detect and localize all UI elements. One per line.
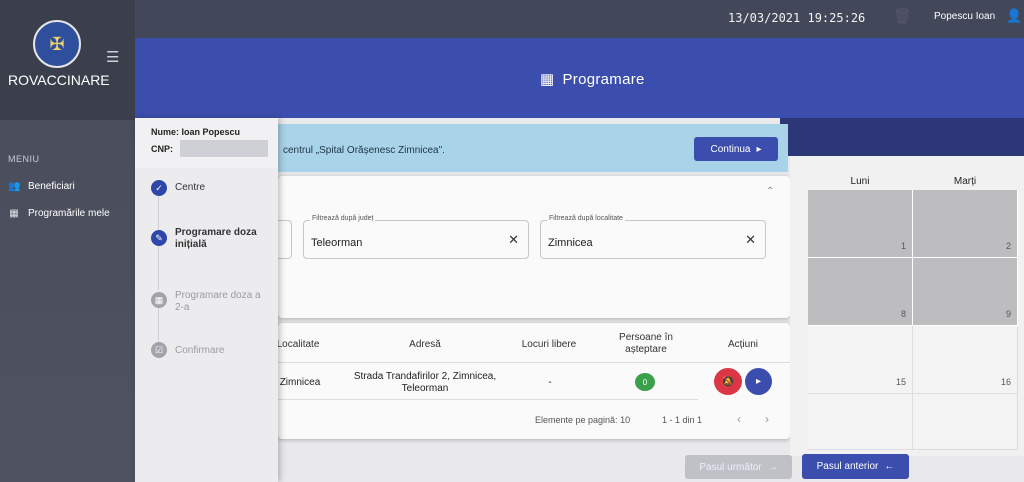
chevron-right-icon: ▸ xyxy=(756,143,762,155)
sidebar-item-programari[interactable]: ▦ Programările mele xyxy=(8,208,110,219)
calendar-icon: ▦ xyxy=(151,292,167,308)
county-filter-value: Teleorman xyxy=(311,237,363,249)
waiting-count-badge: 0 xyxy=(635,373,655,391)
edit-icon: ✎ xyxy=(151,230,167,246)
bell-off-icon: 🔕 xyxy=(721,376,735,388)
column-header-actiuni: Acțiuni xyxy=(727,339,758,350)
column-header-locuri[interactable]: Locuri libere xyxy=(512,339,586,350)
calendar-day-monday: Luni xyxy=(850,176,870,187)
continue-label: Continua xyxy=(710,143,751,155)
collapse-chevron-icon[interactable]: ⌃ xyxy=(766,186,774,197)
banner-text: centrul „Spital Orășenesc Zimnicea". xyxy=(283,145,445,156)
user-icon[interactable]: 👤 xyxy=(1006,8,1022,24)
locality-filter-field[interactable]: Filtrează după localitate Zimnicea ✕ xyxy=(540,215,766,259)
column-header-asteptare[interactable]: Persoane în așteptare xyxy=(612,332,680,356)
people-icon: 👥 xyxy=(8,181,21,192)
sidebar-item-label: Programările mele xyxy=(28,208,110,219)
select-center-button[interactable]: ▸ xyxy=(745,368,772,395)
calendar-cell[interactable]: 15 xyxy=(808,326,913,394)
sidebar-item-label: Beneficiari xyxy=(28,181,75,192)
next-step-label: Pasul următor xyxy=(699,461,762,473)
page-title-text: Programare xyxy=(562,70,645,88)
patient-name: Nume: Ioan Popescu xyxy=(151,127,241,137)
brand-title[interactable]: ROVACCINARE xyxy=(8,72,110,88)
per-page-label: Elemente pe pagină: 10 xyxy=(535,415,630,425)
next-step-button[interactable]: Pasul următor → xyxy=(685,455,792,479)
table-divider xyxy=(278,399,698,400)
step-connector xyxy=(158,196,159,230)
calendar-cell[interactable]: 9 xyxy=(913,258,1018,326)
top-bar xyxy=(135,0,1024,38)
per-page-select[interactable]: 10 xyxy=(620,415,630,425)
pagination-range: 1 - 1 din 1 xyxy=(662,415,703,425)
locality-filter-label: Filtrează după localitate xyxy=(547,215,625,222)
step-centre[interactable]: Centre xyxy=(175,182,205,194)
calendar-cell[interactable]: 1 xyxy=(808,190,913,258)
check-icon: ✓ xyxy=(151,180,167,196)
column-header-adresa[interactable]: Adresă xyxy=(380,339,470,350)
calendar-date: 15 xyxy=(895,377,906,387)
calendar-date: 8 xyxy=(900,309,906,319)
arrow-left-icon: ← xyxy=(884,461,895,472)
step-confirm[interactable]: Confirmare xyxy=(175,345,224,357)
per-page-text: Elemente pe pagină: xyxy=(535,415,618,425)
patient-cnp-value xyxy=(180,140,268,157)
clear-icon[interactable]: ✕ xyxy=(508,232,519,248)
page-title: ▦ Programare xyxy=(540,70,645,89)
menu-title: MENIU xyxy=(8,154,40,164)
checklist-icon: ☑ xyxy=(151,342,167,358)
coat-of-arms-icon[interactable]: ✠ xyxy=(33,20,81,68)
name-filter-field[interactable] xyxy=(278,220,292,259)
cell-localitate: Zimnicea xyxy=(279,377,321,388)
county-filter-field[interactable]: Filtrează după județ Teleorman ✕ xyxy=(303,215,529,259)
calendar-icon: ▦ xyxy=(9,208,19,219)
calendar-cell[interactable]: 2 xyxy=(913,190,1018,258)
prev-page-icon[interactable]: ‹ xyxy=(737,412,741,426)
sidebar-item-beneficiari[interactable]: 👥 Beneficiari xyxy=(8,181,75,192)
hamburger-menu-icon[interactable]: ☰ xyxy=(106,50,119,65)
calendar-cell[interactable] xyxy=(808,394,913,450)
datetime: 13/03/2021 19:25:26 xyxy=(728,11,866,25)
cell-adresa: Strada Trandafirilor 2, Zimnicea, Teleor… xyxy=(353,371,497,394)
patient-cnp-label: CNP: xyxy=(151,144,173,154)
calendar-icon: ▦ xyxy=(540,71,555,88)
calendar-date: 1 xyxy=(900,241,906,251)
step-connector xyxy=(158,308,159,342)
notify-off-button[interactable]: 🔕 xyxy=(714,368,742,395)
previous-step-button[interactable]: Pasul anterior ← xyxy=(802,454,909,479)
table-divider xyxy=(278,362,790,363)
previous-step-label: Pasul anterior xyxy=(816,461,879,472)
step-second-dose[interactable]: Programare doza a 2-a xyxy=(175,290,265,314)
calendar-cell[interactable]: 8 xyxy=(808,258,913,326)
arrow-right-icon: → xyxy=(767,461,778,473)
county-filter-label: Filtrează după județ xyxy=(310,215,376,222)
header-strip xyxy=(780,118,1024,156)
user-name[interactable]: Popescu Ioan xyxy=(934,11,995,22)
trash-icon[interactable]: 🗑 xyxy=(893,7,912,25)
locality-filter-value: Zimnicea xyxy=(548,237,593,249)
step-first-dose[interactable]: Programare doza inițială xyxy=(175,227,270,251)
clear-icon[interactable]: ✕ xyxy=(745,232,756,248)
step-connector xyxy=(158,246,159,290)
calendar-date: 9 xyxy=(1005,309,1011,319)
calendar-date: 2 xyxy=(1005,241,1011,251)
chevron-right-icon: ▸ xyxy=(755,376,762,387)
calendar-cell[interactable] xyxy=(913,394,1018,450)
calendar-date: 16 xyxy=(1000,377,1011,387)
next-page-icon[interactable]: › xyxy=(765,412,769,426)
continue-button[interactable]: Continua ▸ xyxy=(694,137,778,161)
calendar-day-tuesday: Marți xyxy=(953,176,977,187)
calendar-cell[interactable]: 16 xyxy=(913,326,1018,394)
cell-locuri: - xyxy=(548,377,552,388)
